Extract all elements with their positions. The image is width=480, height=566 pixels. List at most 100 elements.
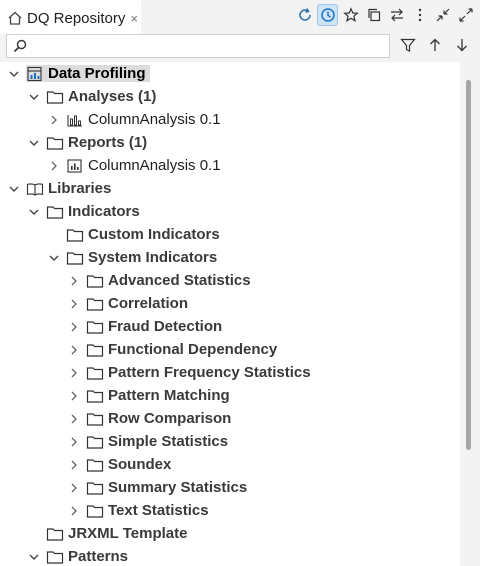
tree-item[interactable]: Fraud Detection bbox=[66, 315, 226, 338]
tree-item[interactable]: Simple Statistics bbox=[66, 430, 232, 453]
tree-item[interactable]: System Indicators bbox=[46, 246, 221, 269]
chevron-right-icon[interactable] bbox=[66, 342, 82, 358]
folder-icon bbox=[46, 204, 64, 220]
tree-item-label: Analyses (1) bbox=[68, 88, 157, 105]
folder-icon bbox=[86, 388, 104, 404]
filter-tools bbox=[397, 34, 472, 56]
tree-item[interactable]: Advanced Statistics bbox=[66, 269, 255, 292]
view-titlebar: DQ Repository × bbox=[0, 0, 480, 34]
chevron-down-icon[interactable] bbox=[6, 66, 22, 82]
menu-icon[interactable] bbox=[409, 4, 430, 26]
search-input[interactable] bbox=[33, 37, 387, 57]
chevron-down-icon[interactable] bbox=[6, 181, 22, 197]
tree-item-label: Text Statistics bbox=[108, 502, 209, 519]
chevron-down-icon[interactable] bbox=[46, 250, 62, 266]
close-icon[interactable]: × bbox=[130, 11, 138, 26]
folder-icon bbox=[86, 319, 104, 335]
tree-item-label: ColumnAnalysis 0.1 bbox=[88, 111, 221, 128]
tree-item[interactable]: Custom Indicators bbox=[46, 223, 224, 246]
tree-item-label: Custom Indicators bbox=[88, 226, 220, 243]
tree-item-label: Summary Statistics bbox=[108, 479, 248, 496]
tree-item-label: JRXML Template bbox=[68, 525, 188, 542]
chevron-right-icon[interactable] bbox=[46, 158, 62, 174]
copy-icon[interactable] bbox=[363, 4, 384, 26]
tree-item-label: System Indicators bbox=[88, 249, 218, 266]
tree-item-label: Soundex bbox=[108, 456, 172, 473]
tree-item[interactable]: Pattern Matching bbox=[66, 384, 234, 407]
chevron-right-icon[interactable] bbox=[66, 503, 82, 519]
home-icon bbox=[7, 10, 23, 26]
folder-icon bbox=[86, 365, 104, 381]
tree-item[interactable]: Pattern Frequency Statistics bbox=[66, 361, 315, 384]
tree-item-label: Reports (1) bbox=[68, 134, 148, 151]
chevron-down-icon[interactable] bbox=[26, 204, 42, 220]
tree-item-label: Correlation bbox=[108, 295, 189, 312]
chevron-right-icon[interactable] bbox=[66, 388, 82, 404]
folder-icon bbox=[86, 273, 104, 289]
chevron-right-icon[interactable] bbox=[66, 434, 82, 450]
chevron-down-icon[interactable] bbox=[26, 89, 42, 105]
folder-icon bbox=[86, 480, 104, 496]
refresh-icon[interactable] bbox=[294, 4, 315, 26]
arrow-down-icon[interactable] bbox=[451, 34, 472, 56]
tree-item[interactable]: ColumnAnalysis 0.1 bbox=[46, 108, 225, 131]
folder-icon bbox=[86, 296, 104, 312]
filter-icon[interactable] bbox=[397, 34, 418, 56]
tree-item[interactable]: Analyses (1) bbox=[26, 85, 160, 108]
tree-item-label: Simple Statistics bbox=[108, 433, 229, 450]
tab-dq-repository[interactable]: DQ Repository × bbox=[0, 0, 141, 34]
chevron-down-icon[interactable] bbox=[26, 135, 42, 151]
folder-icon bbox=[46, 89, 64, 105]
view-toolbar bbox=[294, 4, 476, 26]
tree-item-label: Pattern Frequency Statistics bbox=[108, 364, 311, 381]
search-box[interactable] bbox=[6, 34, 390, 58]
chevron-down-icon[interactable] bbox=[26, 549, 42, 565]
chevron-right-icon[interactable] bbox=[66, 480, 82, 496]
view-title: DQ Repository bbox=[27, 9, 126, 27]
star-icon[interactable] bbox=[340, 4, 361, 26]
report-icon bbox=[66, 158, 84, 174]
maximize-icon[interactable] bbox=[455, 4, 476, 26]
tree-item[interactable]: Summary Statistics bbox=[66, 476, 251, 499]
chevron-right-icon[interactable] bbox=[66, 411, 82, 427]
folder-icon bbox=[86, 411, 104, 427]
tree-item[interactable]: Row Comparison bbox=[66, 407, 235, 430]
tree-item[interactable]: Reports (1) bbox=[26, 131, 151, 154]
chevron-right-icon[interactable] bbox=[66, 365, 82, 381]
analysis-icon bbox=[66, 112, 84, 128]
arrow-up-icon[interactable] bbox=[424, 34, 445, 56]
tree-item[interactable]: Patterns bbox=[26, 545, 132, 566]
tree-item[interactable]: Functional Dependency bbox=[66, 338, 281, 361]
tree-item-label: Row Comparison bbox=[108, 410, 232, 427]
repository-tree: Data Profiling Analyses (1) ColumnAnalysis… bbox=[0, 62, 460, 566]
tree-item[interactable]: Data Profiling bbox=[6, 62, 150, 85]
tree-item[interactable]: Indicators bbox=[26, 200, 144, 223]
folder-icon bbox=[86, 503, 104, 519]
scrollbar-thumb[interactable] bbox=[466, 80, 471, 450]
tree-item-label: Advanced Statistics bbox=[108, 272, 251, 289]
tree-item[interactable]: ColumnAnalysis 0.1 bbox=[46, 154, 225, 177]
history-icon[interactable] bbox=[317, 4, 338, 26]
tree-item-label: Indicators bbox=[68, 203, 140, 220]
tree-item[interactable]: Correlation bbox=[66, 292, 192, 315]
chevron-right-icon[interactable] bbox=[66, 273, 82, 289]
link-icon[interactable] bbox=[386, 4, 407, 26]
tree-item[interactable]: Soundex bbox=[66, 453, 175, 476]
book-icon bbox=[26, 181, 44, 197]
chevron-right-icon[interactable] bbox=[46, 112, 62, 128]
tree-item[interactable]: JRXML Template bbox=[26, 522, 191, 545]
search-row bbox=[0, 34, 480, 62]
chevron-right-icon[interactable] bbox=[66, 457, 82, 473]
tree-item[interactable]: Text Statistics bbox=[66, 499, 213, 522]
tree-item-label: Data Profiling bbox=[48, 65, 146, 82]
chevron-right-icon[interactable] bbox=[66, 319, 82, 335]
folder-icon bbox=[66, 227, 84, 243]
tree-item[interactable]: Libraries bbox=[6, 177, 115, 200]
folder-icon bbox=[86, 342, 104, 358]
chevron-right-icon[interactable] bbox=[66, 296, 82, 312]
tree-item-label: Pattern Matching bbox=[108, 387, 230, 404]
minimize-icon[interactable] bbox=[432, 4, 453, 26]
tree-item-label: Libraries bbox=[48, 180, 112, 197]
